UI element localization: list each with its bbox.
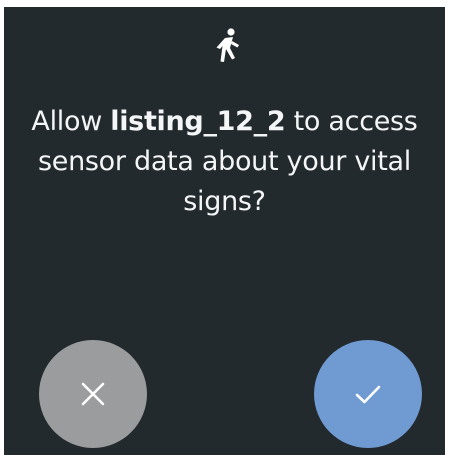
- allow-button[interactable]: [314, 340, 422, 448]
- permission-dialog: Allow listing_12_2 to access sensor data…: [4, 7, 445, 455]
- permission-prompt: Allow listing_12_2 to access sensor data…: [24, 102, 425, 222]
- directions-walk-icon: [216, 28, 239, 62]
- close-icon: [81, 382, 105, 406]
- check-icon: [355, 385, 381, 404]
- deny-button[interactable]: [39, 340, 147, 448]
- prompt-prefix: Allow: [31, 106, 111, 137]
- app-name: listing_12_2: [110, 106, 286, 137]
